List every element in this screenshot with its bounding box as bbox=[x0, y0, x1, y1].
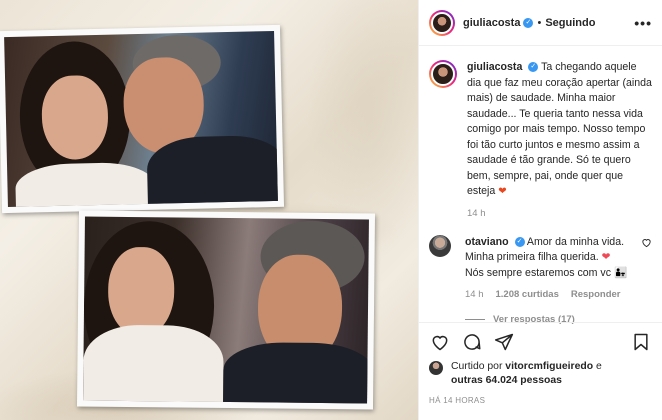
comment-line-1: Amor da minha vida. bbox=[526, 235, 625, 248]
comment-time: 14 h bbox=[465, 289, 484, 300]
author-username[interactable]: giuliacosta bbox=[463, 17, 520, 29]
commenter-avatar[interactable] bbox=[429, 234, 451, 257]
caption-text-block: giuliacosta ✓ Ta chegando aquele dia que… bbox=[467, 60, 652, 200]
caption: giuliacosta ✓ Ta chegando aquele dia que… bbox=[419, 46, 662, 200]
action-bar bbox=[419, 322, 662, 360]
replies-divider bbox=[465, 319, 485, 320]
comment-line-2: Minha primeira filha querida. bbox=[465, 251, 599, 263]
post-image[interactable] bbox=[0, 0, 418, 420]
photo-print-top bbox=[0, 24, 285, 214]
post-sidebar: giuliacosta ✓ • Seguindo ••• giuliacosta… bbox=[418, 0, 662, 420]
liker-username[interactable]: vitorcmfigueiredo bbox=[505, 361, 593, 372]
author-avatar[interactable] bbox=[429, 9, 455, 36]
commenter-username[interactable]: otaviano bbox=[465, 236, 509, 248]
verified-icon: ✓ bbox=[523, 17, 534, 28]
caption-username[interactable]: giuliacosta bbox=[467, 61, 522, 73]
likes-text: Curtido por vitorcmfigueiredo e outras 6… bbox=[451, 360, 602, 388]
heart-icon[interactable] bbox=[429, 331, 451, 353]
post-timestamp[interactable]: HÁ 14 HORAS bbox=[429, 396, 485, 405]
verified-icon: ✓ bbox=[528, 62, 539, 73]
photo-scene-top bbox=[4, 30, 278, 208]
separator-dot: • bbox=[537, 16, 542, 29]
caption-text: Ta chegando aquele dia que faz meu coraç… bbox=[467, 61, 652, 197]
photo-print-bottom bbox=[76, 210, 376, 410]
follow-status-button[interactable]: Seguindo bbox=[545, 17, 595, 29]
heart-emoji-icon: ❤ bbox=[498, 186, 507, 197]
photo-scene-bottom bbox=[83, 216, 369, 404]
likes-connector: e bbox=[595, 361, 602, 372]
comment-like-heart-icon[interactable] bbox=[641, 237, 652, 248]
verified-icon: ✓ bbox=[514, 236, 525, 247]
comment: otaviano ✓ Amor da minha vida. Minha pri… bbox=[419, 219, 662, 282]
comment-line-3: Nós sempre estaremos com vc bbox=[465, 266, 612, 279]
comment-text-block: otaviano ✓ Amor da minha vida. Minha pri… bbox=[465, 235, 643, 282]
comment-icon[interactable] bbox=[461, 331, 483, 353]
bookmark-icon[interactable] bbox=[630, 331, 652, 353]
likes-summary: Curtido por vitorcmfigueiredo e outras 6… bbox=[429, 360, 602, 388]
more-icon[interactable]: ••• bbox=[634, 15, 652, 31]
family-emoji-icon: 👨‍👧 bbox=[613, 266, 628, 279]
liker-avatar[interactable] bbox=[429, 361, 443, 375]
caption-time: 14 h bbox=[467, 207, 486, 219]
post-header: giuliacosta ✓ • Seguindo ••• bbox=[419, 0, 662, 46]
likes-others[interactable]: outras 64.024 pessoas bbox=[451, 375, 562, 386]
red-heart-emoji-icon: ❤ bbox=[601, 251, 611, 263]
comment-likes[interactable]: 1.208 curtidas bbox=[496, 289, 559, 300]
reply-button[interactable]: Responder bbox=[571, 289, 621, 300]
likes-prefix: Curtido por bbox=[451, 361, 503, 372]
comment-meta: 14 h 1.208 curtidas Responder bbox=[465, 289, 662, 300]
share-icon[interactable] bbox=[493, 331, 515, 353]
caption-avatar[interactable] bbox=[429, 60, 457, 88]
